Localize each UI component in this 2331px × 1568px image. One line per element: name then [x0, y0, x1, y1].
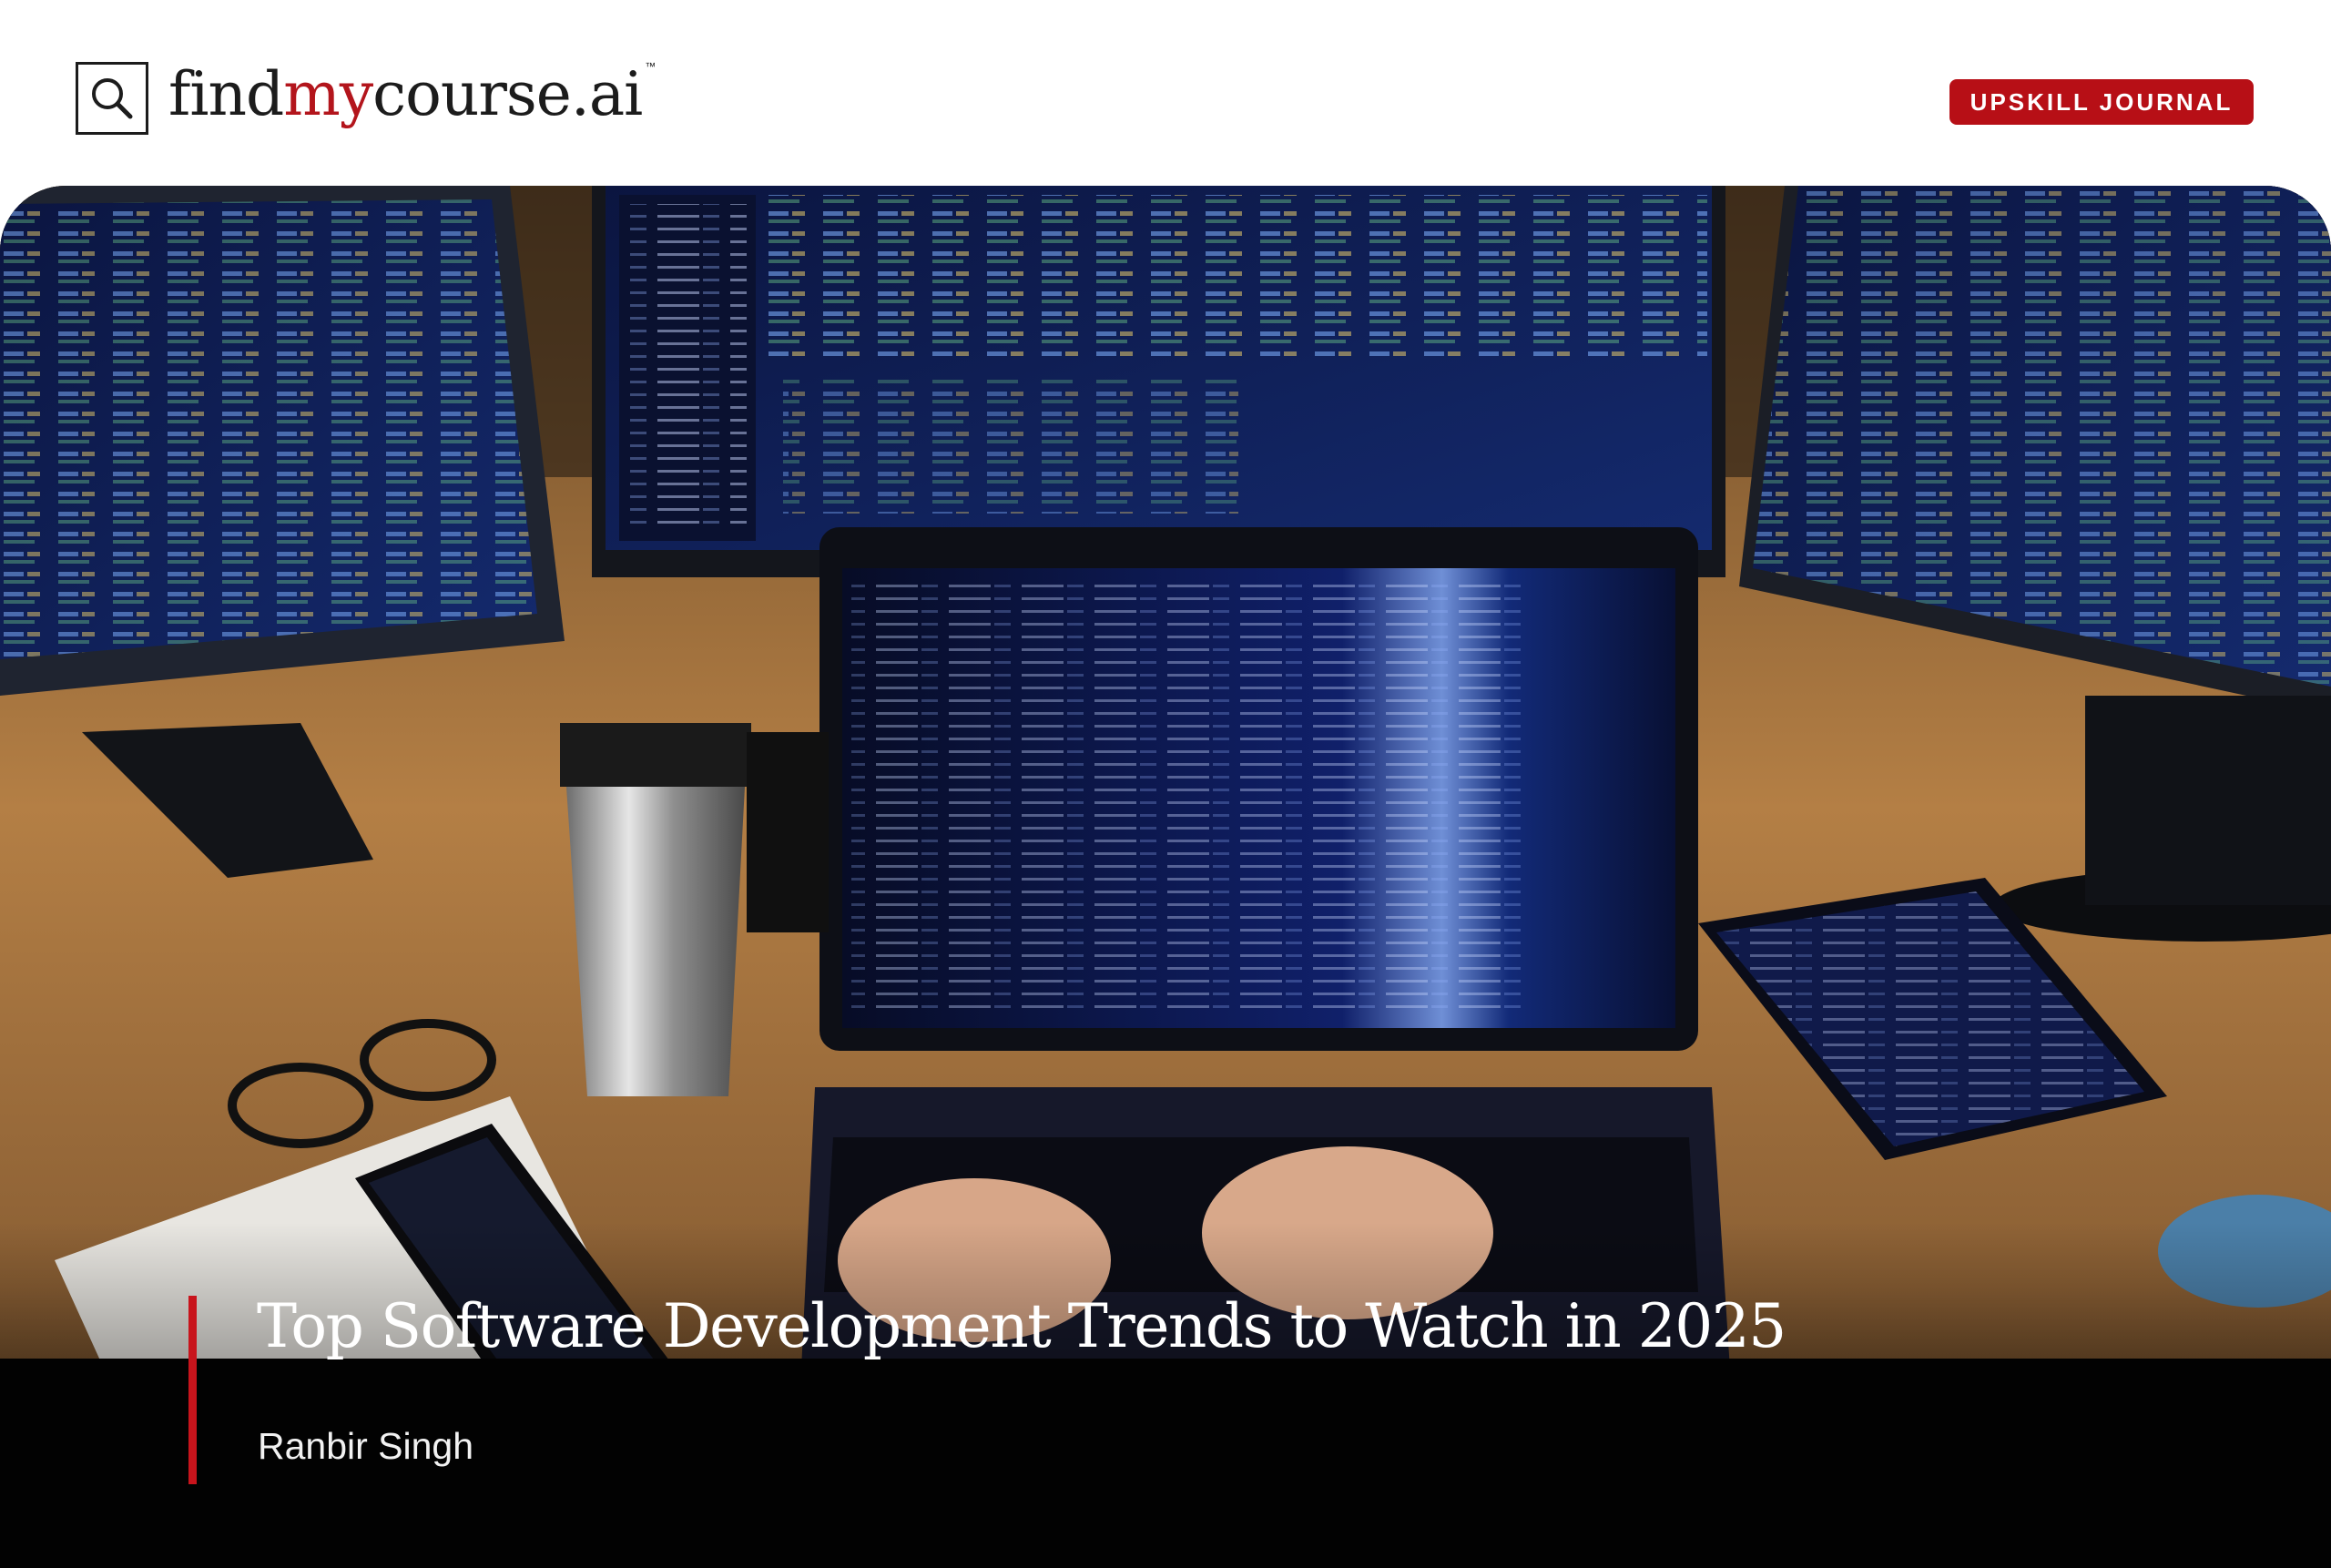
article-author[interactable]: Ranbir Singh	[258, 1425, 473, 1468]
site-header: findmycourse.ai ™ UPSKILL JOURNAL	[0, 0, 2331, 182]
trademark-symbol: ™	[645, 60, 656, 73]
title-accent-bar	[188, 1296, 197, 1484]
upskill-journal-badge[interactable]: UPSKILL JOURNAL	[1949, 79, 2254, 125]
brand-wordmark: findmycourse.ai ™	[168, 59, 656, 129]
brand-logo[interactable]: findmycourse.ai ™	[76, 59, 656, 135]
search-icon	[76, 62, 148, 135]
article-title[interactable]: Top Software Development Trends to Watch…	[257, 1291, 1786, 1361]
